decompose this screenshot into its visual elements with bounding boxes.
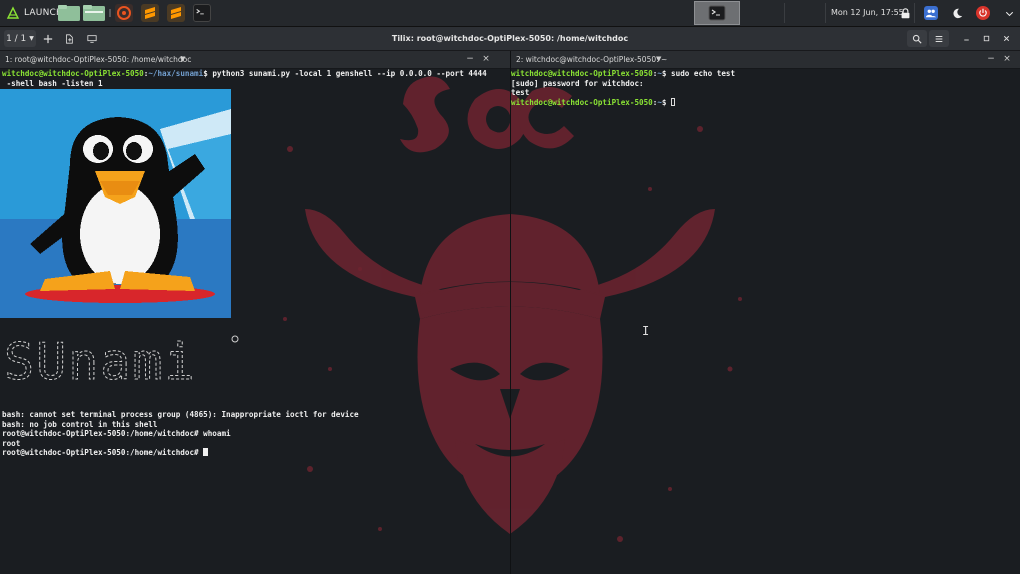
- pane-2-title: 2: witchdoc@witchdoc-OptiPlex-5050: ~: [516, 55, 668, 64]
- night-mode-icon[interactable]: [950, 6, 964, 20]
- separator: [784, 3, 785, 23]
- maximize-pane-button[interactable]: −: [985, 51, 997, 68]
- active-window-button[interactable]: [694, 1, 740, 25]
- separator: [825, 3, 826, 23]
- lock-icon[interactable]: [898, 6, 912, 20]
- terminal-icon[interactable]: [193, 4, 211, 22]
- separator: [109, 9, 111, 17]
- prompt-user: witchdoc@witchdoc-OptiPlex-5050: [2, 69, 144, 78]
- command-wrap: -shell bash -listen 1: [2, 78, 103, 88]
- maximize-icon: [983, 35, 989, 42]
- output-line: bash: cannot set terminal process group …: [2, 410, 359, 419]
- session-switcher[interactable]: 1 / 1 ▼: [4, 30, 36, 47]
- sublime-text-icon[interactable]: [141, 4, 159, 22]
- maximize-button[interactable]: [978, 30, 994, 47]
- top-panel: LAUNCH Mon 12 Jun, 17:55: [0, 0, 1020, 27]
- root-prompt-line: root@witchdoc-OptiPlex-5050:/home/witchd…: [2, 429, 231, 438]
- output-line: root: [2, 438, 21, 448]
- hamburger-menu-icon: [935, 35, 943, 42]
- prompt-path: ~: [657, 97, 662, 107]
- sudo-prompt: [sudo] password for witchdoc:: [511, 78, 644, 88]
- close-icon: [1003, 35, 1009, 42]
- folder-icon[interactable]: [58, 5, 80, 21]
- power-icon[interactable]: [976, 6, 990, 20]
- session-counter: 1 / 1: [6, 33, 27, 44]
- chevron-down-icon[interactable]: [1002, 6, 1016, 20]
- new-document-icon: [66, 33, 73, 44]
- sublime-text-icon[interactable]: [167, 4, 185, 22]
- pane-2-titlebar[interactable]: 2: witchdoc@witchdoc-OptiPlex-5050: ~ ▼ …: [511, 51, 1020, 69]
- ubuntu-software-icon[interactable]: [115, 4, 133, 22]
- terminal-cursor: [203, 448, 209, 456]
- add-session-button[interactable]: [39, 30, 57, 47]
- pane-1-title: 1: root@witchdoc-OptiPlex-5050: /home/wi…: [5, 55, 192, 64]
- people-icon[interactable]: [924, 6, 938, 20]
- maximize-pane-button[interactable]: −: [464, 51, 476, 68]
- chevron-down-icon[interactable]: ▼: [656, 55, 661, 63]
- menu-button[interactable]: [929, 30, 949, 47]
- new-window-button[interactable]: [60, 30, 78, 47]
- terminal-pane-2[interactable]: witchdoc@witchdoc-OptiPlex-5050:~$ sudo …: [511, 69, 1019, 574]
- command-text: sudo echo test: [671, 69, 736, 78]
- pane-1-titlebar[interactable]: 1: root@witchdoc-OptiPlex-5050: /home/wi…: [0, 51, 510, 69]
- folder-icon[interactable]: [83, 5, 105, 21]
- terminal-pane-1[interactable]: witchdoc@witchdoc-OptiPlex-5050:~/hax/su…: [2, 69, 510, 574]
- output-line: bash: no job control in this shell: [2, 419, 158, 429]
- search-icon: [912, 34, 922, 44]
- mouse-ibeam-cursor: I: [642, 324, 650, 338]
- separator: [914, 3, 915, 23]
- close-button[interactable]: [998, 30, 1014, 47]
- close-pane-button[interactable]: ×: [480, 51, 492, 68]
- terminal-cursor: [671, 97, 676, 106]
- sync-input-button[interactable]: [83, 30, 101, 47]
- minimize-icon: [963, 39, 969, 41]
- plus-icon: [43, 34, 53, 43]
- prompt-path: ~: [657, 69, 662, 78]
- output-line: test: [511, 88, 530, 97]
- window-title: Tilix: root@witchdoc-OptiPlex-5050: /hom…: [391, 34, 629, 43]
- minimize-button[interactable]: [958, 30, 974, 47]
- prompt-user: witchdoc@witchdoc-OptiPlex-5050: [511, 97, 653, 107]
- root-prompt-line: root@witchdoc-OptiPlex-5050:/home/witchd…: [2, 448, 204, 457]
- chevron-down-icon[interactable]: ▼: [180, 55, 185, 63]
- clock[interactable]: Mon 12 Jun, 17:55: [831, 0, 904, 26]
- prompt-path: ~/hax/sunami: [148, 69, 204, 78]
- broadcast-icon: [87, 34, 97, 43]
- command-text: python3 sunami.py -local 1 genshell --ip…: [212, 69, 487, 78]
- image-spacer: [2, 88, 510, 410]
- launch-icon: [6, 6, 20, 19]
- close-pane-button[interactable]: ×: [1001, 51, 1013, 68]
- terminal-icon: [708, 5, 726, 21]
- search-button[interactable]: [907, 30, 927, 47]
- chevron-down-icon: ▼: [29, 35, 34, 42]
- tilix-headerbar: Tilix: root@witchdoc-OptiPlex-5050: /hom…: [0, 27, 1020, 51]
- prompt-user: witchdoc@witchdoc-OptiPlex-5050: [511, 69, 653, 78]
- launcher-button[interactable]: LAUNCH: [0, 0, 63, 26]
